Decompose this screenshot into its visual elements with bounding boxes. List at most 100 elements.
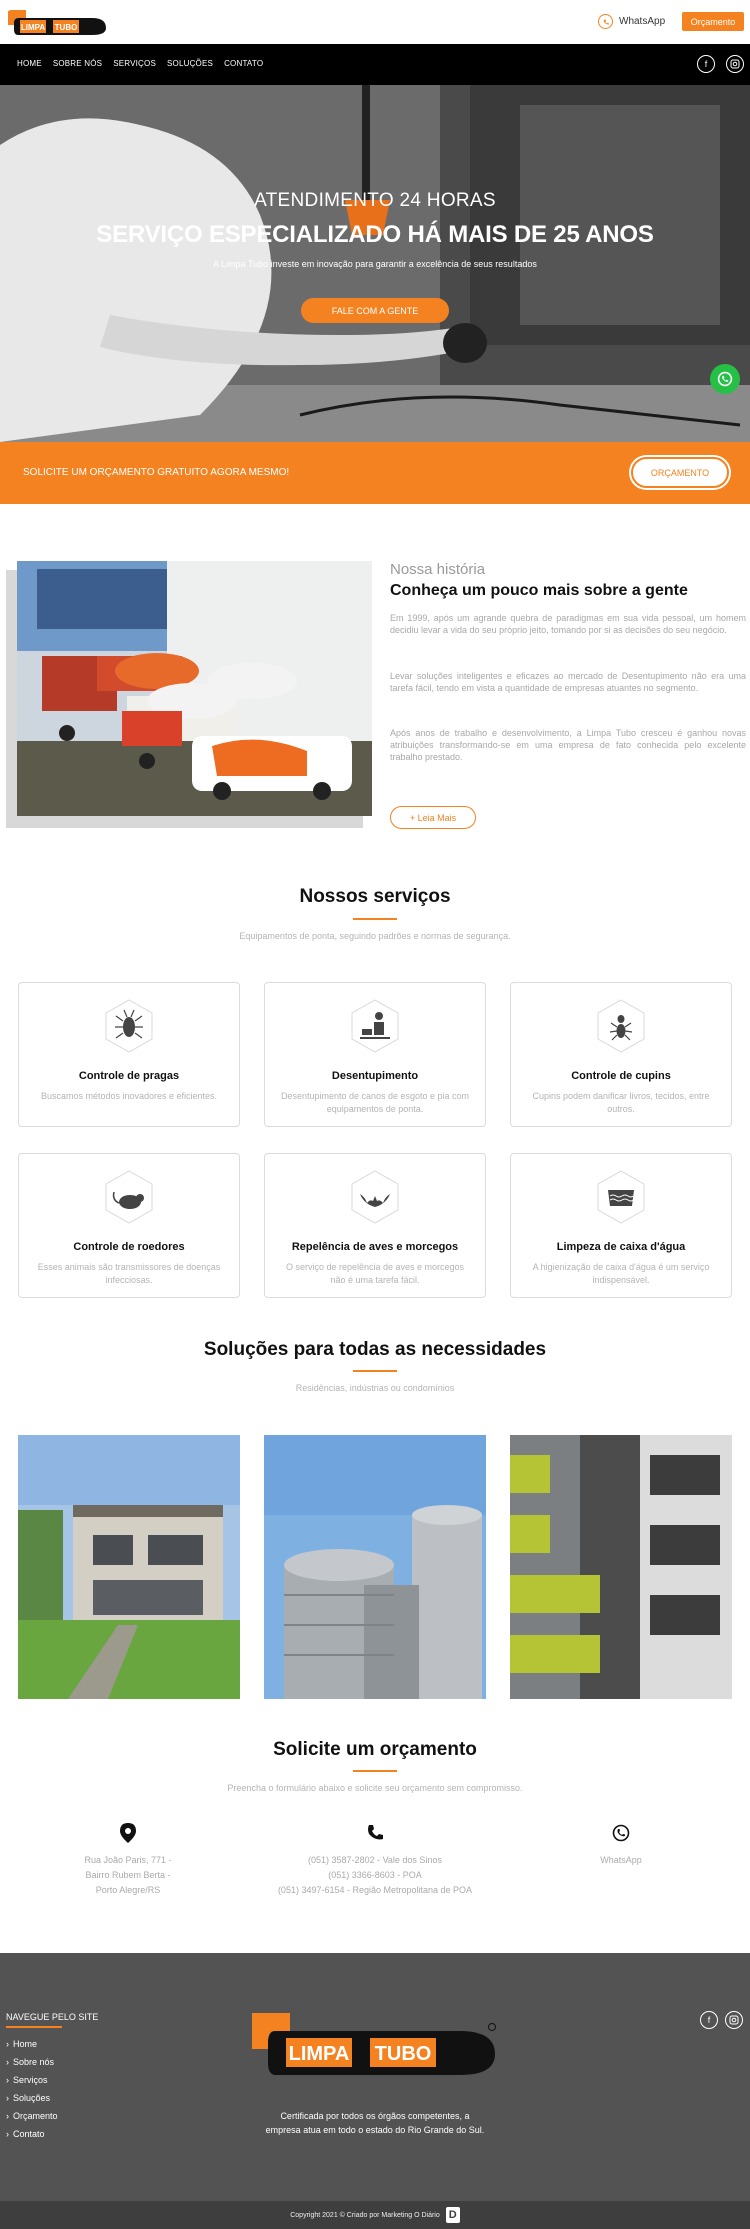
plumber-icon: [351, 999, 399, 1053]
phone-icon: [368, 1825, 383, 1840]
footer-link-orcamento[interactable]: › Orçamento: [6, 2107, 58, 2125]
about-paragraph-3: Após anos de trabalho e desenvolvimento,…: [390, 728, 746, 762]
budget-button[interactable]: Orçamento: [682, 12, 744, 31]
location-pin-icon: [120, 1823, 136, 1843]
nav-item-home[interactable]: HOME: [17, 59, 42, 68]
chevron-right-icon: ›: [6, 2075, 9, 2085]
nav-item-contato[interactable]: CONTATO: [224, 59, 263, 68]
footer-link-solucoes-label: Soluções: [13, 2093, 51, 2103]
nav-item-solucoes[interactable]: SOLUÇÕES: [167, 59, 213, 68]
solutions-subtitle: Residências, indústrias ou condomínios: [295, 1383, 455, 1393]
address-line-1: Rua João Paris, 771 -: [84, 1855, 172, 1865]
footer-link-home[interactable]: › Home: [6, 2035, 58, 2053]
apartment-building-image: [510, 1435, 732, 1699]
nav-item-servicos[interactable]: SERVIÇOS: [113, 59, 156, 68]
whatsapp-link[interactable]: WhatsApp: [598, 14, 665, 29]
hero-content: ATENDIMENTO 24 HORAS SERVIÇO ESPECIALIZA…: [0, 190, 750, 269]
service-card-roedores[interactable]: Controle de roedores Esses animais são t…: [18, 1153, 240, 1298]
termite-icon: [597, 999, 645, 1053]
chevron-right-icon: ›: [6, 2057, 9, 2067]
solutions-underline: [353, 1370, 397, 1372]
address-line-3: Porto Alegre/RS: [95, 1885, 161, 1895]
hero-subtitle: A Limpa Tubo investe em inovação para ga…: [213, 259, 537, 269]
quote-cta-band: SOLICITE UM ORÇAMENTO GRATUITO AGORA MES…: [0, 442, 750, 504]
cockroach-icon: [105, 999, 153, 1053]
copyright-text: Copyright 2021 © Criado por Marketing O …: [290, 2211, 440, 2219]
whatsapp-floating-button[interactable]: [710, 364, 740, 394]
top-header: LIMPA TUBO WhatsApp Orçamento: [0, 0, 750, 44]
footer-logo-word-limpa: LIMPA: [289, 2043, 350, 2065]
service-text-desentupimento: Desentupimento de canos de esgoto e pia …: [280, 1091, 470, 1114]
footer-nav-title: NAVEGUE PELO SITE: [6, 2012, 99, 2022]
service-text-cupins: Cupins podem danificar livros, tecidos, …: [532, 1091, 710, 1114]
address-line-2: Bairro Rubem Berta -: [85, 1870, 171, 1880]
rat-icon: [105, 1170, 153, 1224]
hero-title: SERVIÇO ESPECIALIZADO HÁ MAIS DE 25 ANOS: [96, 221, 654, 248]
footer-link-solucoes[interactable]: › Soluções: [6, 2089, 58, 2107]
about-title: Conheça um pouco mais sobre a gente: [390, 582, 688, 599]
limpa-tubo-logo[interactable]: LIMPA TUBO: [6, 7, 112, 37]
footer-tagline-line-1: Certificada por todos os órgãos competen…: [280, 2111, 470, 2121]
facebook-icon[interactable]: f: [697, 55, 715, 73]
logo-word-tubo: TUBO: [55, 23, 78, 32]
main-nav: HOME SOBRE NÓS SERVIÇOS SOLUÇÕES CONTATO…: [0, 44, 750, 85]
cta-band-text: SOLICITE UM ORÇAMENTO GRATUITO AGORA MES…: [23, 467, 290, 478]
read-more-button[interactable]: + Leia Mais: [390, 806, 476, 829]
service-card-pragas[interactable]: Controle de pragas Buscamos métodos inov…: [18, 982, 240, 1127]
services-subtitle: Equipamentos de ponta, seguindo padrões …: [239, 931, 511, 941]
service-title-roedores: Controle de roedores: [73, 1241, 185, 1253]
footer-links: › Home › Sobre nós › Serviços › Soluções › Or…: [6, 2035, 58, 2143]
footer-tagline-line-2: empresa atua em todo o estado do Rio Gra…: [265, 2125, 485, 2135]
phone-line-2[interactable]: (051) 3366-8603 - POA: [220, 1868, 530, 1883]
service-title-caixa-dagua: Limpeza de caixa d'água: [556, 1241, 686, 1253]
instagram-icon[interactable]: [726, 55, 744, 73]
phone-line-1[interactable]: (051) 3587-2802 - Vale dos Sinos: [220, 1853, 530, 1868]
service-title-desentupimento: Desentupimento: [331, 1070, 419, 1082]
chevron-right-icon: ›: [6, 2129, 9, 2139]
cta-band-button[interactable]: ORÇAMENTO: [631, 457, 729, 488]
service-text-pragas: Buscamos métodos inovadores e eficientes…: [40, 1091, 218, 1101]
chevron-right-icon: ›: [6, 2039, 9, 2049]
phones-block: (051) 3587-2802 - Vale dos Sinos (051) 3…: [220, 1853, 530, 1898]
solutions-title: Soluções para todas as necessidades: [203, 1339, 547, 1360]
whatsapp-icon: [598, 14, 613, 29]
service-card-desentupimento[interactable]: Desentupimento Desentupimento de canos d…: [264, 982, 486, 1127]
quote-underline: [353, 1770, 397, 1772]
quote-title: Solicite um orçamento: [273, 1739, 477, 1760]
about-kicker: Nossa história: [390, 561, 486, 578]
hero-kicker: ATENDIMENTO 24 HORAS: [254, 190, 496, 211]
service-card-cupins[interactable]: Controle de cupins Cupins podem danifica…: [510, 982, 732, 1127]
fleet-trucks-image: [17, 561, 372, 816]
whatsapp-contact-label[interactable]: WhatsApp: [571, 1853, 671, 1868]
footer-link-contato[interactable]: › Contato: [6, 2125, 58, 2143]
logo-word-limpa: LIMPA: [21, 23, 46, 32]
footer-logo-word-tubo: TUBO: [375, 2043, 432, 2065]
phone-line-3[interactable]: (051) 3497-6154 - Região Metropolitana d…: [220, 1883, 530, 1898]
industrial-silos-image: [264, 1435, 486, 1699]
hero-cta-button[interactable]: FALE COM A GENTE: [301, 298, 449, 323]
about-paragraph-1: Em 1999, após um agrande quebra de parad…: [390, 613, 746, 635]
footer-link-servicos[interactable]: › Serviços: [6, 2071, 58, 2089]
footer-instagram-icon[interactable]: [725, 2011, 743, 2029]
service-card-caixa-dagua[interactable]: Limpeza de caixa d'água A higienização d…: [510, 1153, 732, 1298]
services-underline: [353, 918, 397, 920]
services-title: Nossos serviços: [299, 886, 451, 907]
footer-link-sobre[interactable]: › Sobre nós: [6, 2053, 58, 2071]
footer-facebook-icon[interactable]: f: [700, 2011, 718, 2029]
whatsapp-float-icon: [717, 371, 733, 387]
footer-logo: LIMPA TUBO: [252, 2013, 496, 2075]
footer-link-contato-label: Contato: [13, 2129, 45, 2139]
chevron-right-icon: ›: [6, 2093, 9, 2103]
residential-house-image: [18, 1435, 240, 1699]
service-title-aves-morcegos: Repelência de aves e morcegos: [291, 1241, 459, 1253]
copyright-bar: Copyright 2021 © Criado por Marketing O …: [0, 2201, 750, 2229]
nav-item-sobre[interactable]: SOBRE NÓS: [53, 59, 102, 68]
service-card-aves-morcegos[interactable]: Repelência de aves e morcegos O serviço …: [264, 1153, 486, 1298]
bat-icon: [351, 1170, 399, 1224]
service-text-aves-morcegos: O serviço de repelência de aves e morceg…: [285, 1262, 465, 1285]
odiario-logo-icon[interactable]: D: [445, 2207, 460, 2223]
chevron-right-icon: ›: [6, 2111, 9, 2121]
footer-link-home-label: Home: [13, 2039, 38, 2049]
footer-link-orcamento-label: Orçamento: [13, 2111, 58, 2121]
footer-nav-underline: [6, 2026, 62, 2028]
